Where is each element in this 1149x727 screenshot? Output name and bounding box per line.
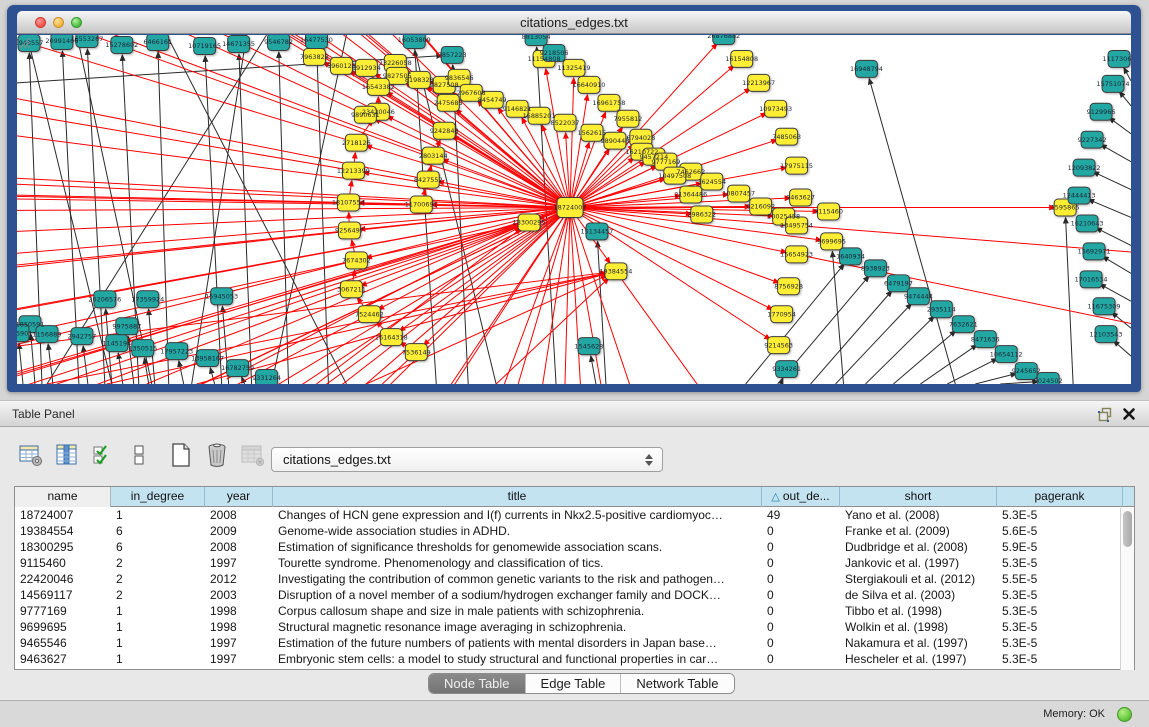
show-columns-button[interactable]: [52, 441, 82, 469]
network-view-window: citations_edges.txt 18724007796382289601…: [7, 5, 1141, 392]
window-title: citations_edges.txt: [17, 11, 1131, 34]
new-file-button[interactable]: [166, 441, 196, 469]
network-canvas[interactable]: 1872400779638228960128891293423226058982…: [17, 35, 1131, 384]
table-row[interactable]: 911546021997Tourette syndrome. Phenomeno…: [15, 555, 1134, 571]
table-panel-header: Table Panel: [0, 400, 1149, 427]
import-table-disabled-button: [238, 441, 268, 469]
table-vertical-scrollbar[interactable]: [1120, 508, 1134, 670]
selector-spinner-icon: [644, 452, 653, 468]
column-header-title[interactable]: title: [273, 487, 762, 507]
table-row[interactable]: 946362711997Embryonic stem cells: a mode…: [15, 651, 1134, 667]
tab-edge-table[interactable]: Edge Table: [525, 674, 621, 693]
column-header-name[interactable]: name: [15, 487, 111, 507]
tab-node-table[interactable]: Node Table: [429, 674, 525, 693]
table-panel-title: Table Panel: [12, 401, 75, 427]
tab-network-table[interactable]: Network Table: [620, 674, 733, 693]
close-panel-icon[interactable]: [1122, 407, 1136, 421]
delete-button[interactable]: [202, 441, 232, 469]
network-table-selector[interactable]: citations_edges.txt: [271, 447, 663, 472]
column-header-in_degree[interactable]: in_degree: [111, 487, 205, 507]
column-header-out_degree[interactable]: △out_de...: [762, 487, 840, 507]
table-row[interactable]: 1872400712008Changes of HCN gene express…: [15, 507, 1134, 523]
memory-status-label: Memory: OK: [1043, 701, 1105, 727]
table-row[interactable]: 1830029562008Estimation of significance …: [15, 539, 1134, 555]
memory-ok-indicator-icon: [1117, 707, 1132, 722]
scrollbar-thumb[interactable]: [1123, 511, 1132, 547]
table-settings-button[interactable]: [16, 441, 46, 469]
select-all-columns-button[interactable]: [88, 441, 118, 469]
node-table: namein_degreeyeartitle△out_de...shortpag…: [14, 486, 1135, 670]
table-row[interactable]: 969969511998Structural magnetic resonanc…: [15, 619, 1134, 635]
column-header-year[interactable]: year: [205, 487, 273, 507]
table-body: 1872400712008Changes of HCN gene express…: [15, 507, 1134, 669]
window-titlebar[interactable]: citations_edges.txt: [17, 11, 1131, 34]
table-tabs: Node TableEdge TableNetwork Table: [428, 673, 735, 694]
table-row[interactable]: 977716911998Corpus callosum shape and si…: [15, 603, 1134, 619]
float-panel-icon[interactable]: [1098, 407, 1113, 422]
resize-grip[interactable]: [17, 35, 1131, 384]
table-panel-body: f(x) citations_edges.txt namein_degreeye…: [0, 427, 1149, 700]
column-header-short[interactable]: short: [840, 487, 997, 507]
table-row[interactable]: 1938455462009Genome-wide association stu…: [15, 523, 1134, 539]
column-header-pagerank[interactable]: pagerank: [997, 487, 1123, 507]
table-header-row: namein_degreeyeartitle△out_de...shortpag…: [15, 487, 1134, 507]
network-table-selector-value: citations_edges.txt: [283, 452, 391, 467]
table-row[interactable]: 2242004622012Investigating the contribut…: [15, 571, 1134, 587]
table-row[interactable]: 1456911722003Disruption of a novel membe…: [15, 587, 1134, 603]
table-row[interactable]: 946554611997Estimation of the future num…: [15, 635, 1134, 651]
row-options-button[interactable]: [124, 441, 154, 469]
status-bar: Memory: OK: [0, 700, 1149, 727]
